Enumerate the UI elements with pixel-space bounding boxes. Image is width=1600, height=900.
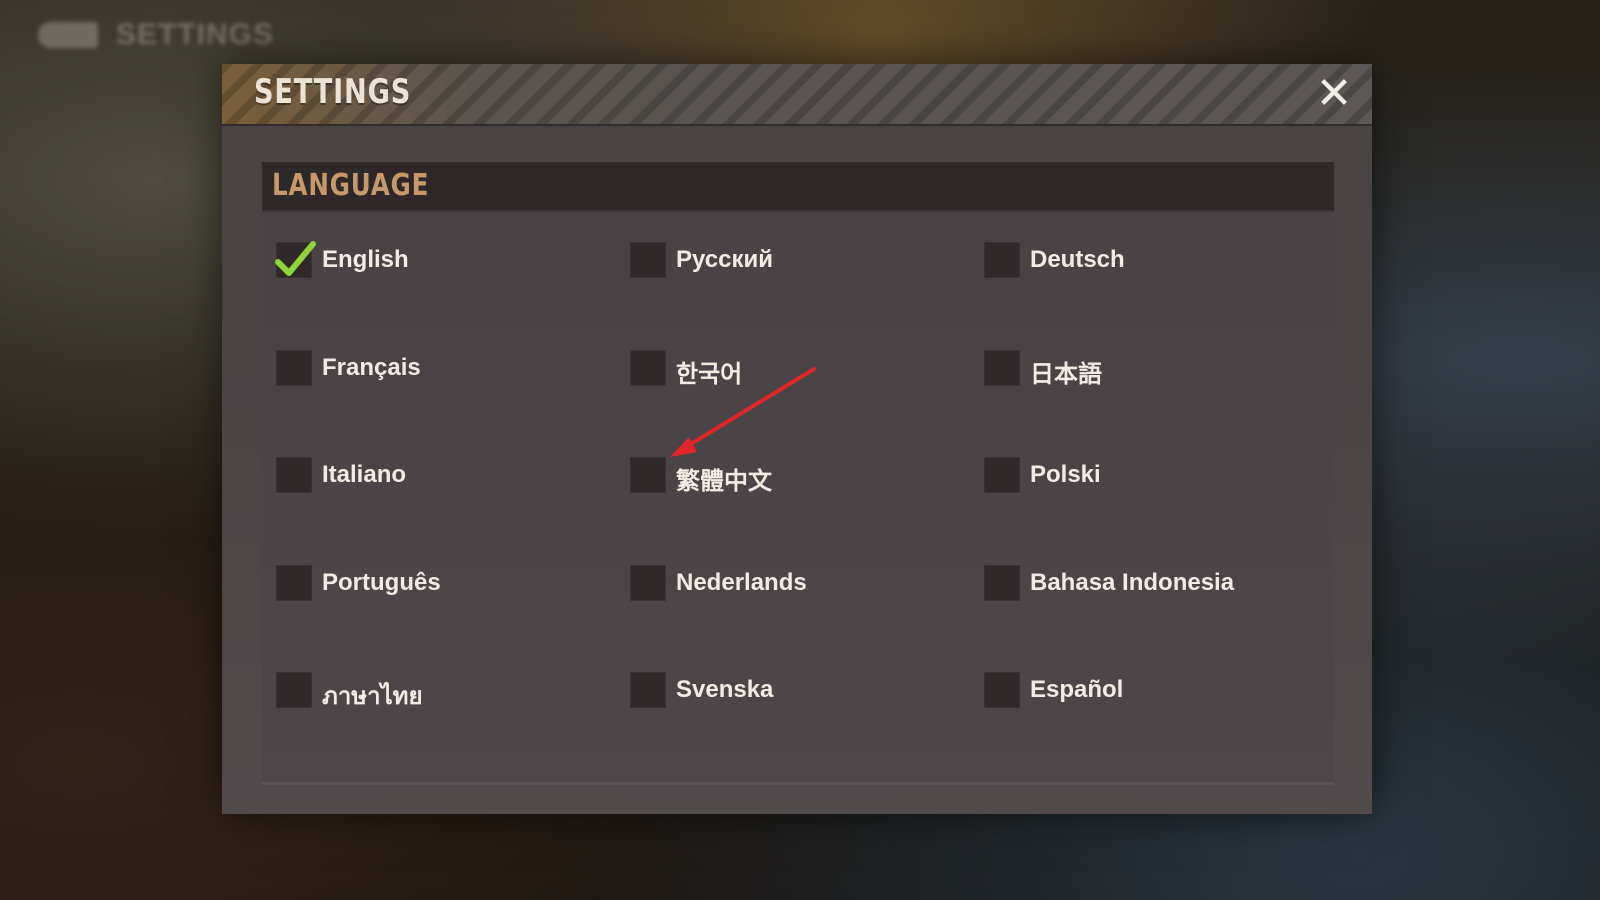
language-option[interactable]: 한국어	[630, 349, 984, 458]
language-option[interactable]: Bahasa Indonesia	[984, 564, 1336, 673]
language-label: Português	[322, 568, 441, 596]
language-label: ภาษาไทย	[322, 683, 423, 710]
language-label: 繁體中文	[676, 468, 772, 495]
close-button[interactable]: ✕	[1312, 72, 1356, 116]
language-label: Русский	[676, 246, 773, 273]
language-checkbox[interactable]	[984, 349, 1020, 386]
language-checkbox[interactable]	[984, 457, 1020, 493]
language-option[interactable]: ภาษาไทย	[276, 672, 630, 780]
language-checkbox[interactable]	[630, 672, 666, 708]
language-label: Nederlands	[676, 568, 807, 596]
language-options-grid: English Русский Deutsch Français 한국어 日本語 Itali…	[275, 241, 1336, 780]
language-checkbox[interactable]	[984, 564, 1020, 601]
language-label: 한국어	[676, 360, 743, 388]
language-checkbox[interactable]	[630, 457, 666, 493]
language-label: Español	[1030, 676, 1124, 703]
language-section: LANGUAGE English Русский Deutsch Français 한국…	[262, 162, 1334, 785]
language-option[interactable]: Português	[276, 564, 630, 673]
language-option[interactable]: 繁體中文	[630, 457, 984, 565]
background-back-label: SETTINGS	[116, 18, 275, 51]
language-label: Bahasa Indonesia	[1030, 568, 1235, 596]
language-option[interactable]: Français	[276, 349, 630, 458]
dialog-title: SETTINGS	[254, 72, 412, 112]
language-checkbox[interactable]	[276, 564, 312, 601]
language-option[interactable]: Polski	[984, 457, 1336, 565]
language-checkbox[interactable]	[630, 564, 666, 601]
language-checkbox[interactable]	[984, 242, 1020, 278]
language-checkbox[interactable]	[276, 349, 312, 386]
language-checkbox[interactable]	[275, 241, 316, 278]
language-label: English	[322, 246, 409, 273]
settings-dialog: SETTINGS ✕ LANGUAGE English Русский Deutsc…	[222, 64, 1372, 814]
language-label: Français	[322, 353, 421, 381]
language-option[interactable]: English	[275, 241, 630, 350]
language-option[interactable]: Русский	[630, 242, 984, 350]
dialog-header: SETTINGS ✕	[222, 64, 1372, 126]
language-option[interactable]: Deutsch	[984, 242, 1336, 350]
language-label: Deutsch	[1030, 246, 1125, 273]
language-section-title: LANGUAGE	[272, 168, 430, 203]
background-back-hint: SETTINGS	[38, 18, 274, 52]
language-option[interactable]: Nederlands	[630, 564, 984, 673]
language-option[interactable]: 日本語	[984, 349, 1336, 458]
language-label: Polski	[1030, 461, 1101, 488]
language-label: Italiano	[322, 461, 407, 488]
language-option[interactable]: Italiano	[276, 457, 630, 565]
language-checkbox[interactable]	[984, 672, 1020, 708]
language-option[interactable]: Svenska	[630, 672, 984, 780]
language-checkbox[interactable]	[630, 349, 666, 386]
language-checkbox[interactable]	[276, 672, 312, 708]
language-section-header: LANGUAGE	[262, 162, 1334, 212]
checkmark-icon	[275, 241, 316, 276]
back-arrow-icon	[38, 22, 98, 48]
language-label: Svenska	[676, 676, 774, 703]
language-option[interactable]: Español	[984, 672, 1336, 780]
language-label: 日本語	[1030, 360, 1102, 388]
language-checkbox[interactable]	[630, 242, 666, 278]
language-checkbox[interactable]	[276, 457, 312, 493]
close-icon: ✕	[1315, 69, 1353, 118]
